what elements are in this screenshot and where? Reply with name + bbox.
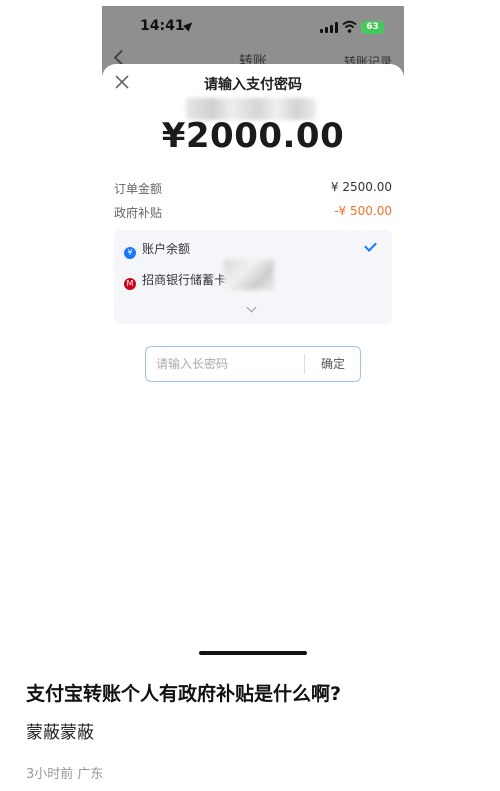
pay-option-balance[interactable]: ¥ 账户余额 bbox=[124, 240, 190, 259]
alipay-balance-icon: ¥ bbox=[124, 247, 136, 259]
chevron-down-icon[interactable] bbox=[246, 302, 257, 313]
location-arrow-icon bbox=[182, 19, 196, 32]
post-author[interactable]: 蒙蔽蒙蔽 bbox=[26, 718, 94, 743]
order-amount-value: ¥ 2500.00 bbox=[330, 180, 392, 194]
payment-amount: ¥2000.00 bbox=[161, 116, 345, 156]
pay-option-bank-card-label: 招商银行储蓄卡 bbox=[142, 273, 227, 287]
status-bar: 14:41 63 bbox=[102, 6, 404, 50]
battery-icon: 63 bbox=[361, 21, 384, 34]
post-title: 支付宝转账个人有政府补贴是什么啊? bbox=[26, 683, 342, 705]
subsidy-value: -¥ 500.00 bbox=[334, 204, 392, 218]
blurred-card-number bbox=[224, 260, 274, 290]
subsidy-label: 政府补贴 bbox=[114, 206, 163, 220]
password-field: 确定 bbox=[145, 346, 361, 382]
pay-option-balance-label: 账户余额 bbox=[142, 242, 191, 256]
post-meta: 3小时前 广东 bbox=[26, 767, 104, 782]
status-time: 14:41 bbox=[140, 18, 185, 34]
check-icon bbox=[364, 239, 377, 252]
signal-icon bbox=[320, 22, 338, 33]
sheet-title: 请输入支付密码 bbox=[204, 77, 302, 93]
cmb-bank-icon: M bbox=[124, 278, 136, 290]
payment-method-box: ¥ 账户余额 M 招商银行储蓄卡 bbox=[114, 230, 392, 324]
payment-sheet: 请输入支付密码 ¥2000.00 订单金额 ¥ 2500.00 政府补贴 -¥ … bbox=[102, 64, 404, 658]
confirm-button[interactable]: 确定 bbox=[306, 347, 360, 381]
password-divider bbox=[304, 354, 305, 374]
wifi-icon bbox=[342, 20, 357, 33]
home-indicator bbox=[199, 651, 307, 655]
password-input[interactable] bbox=[156, 347, 296, 381]
pay-option-bank-card[interactable]: M 招商银行储蓄卡 bbox=[124, 271, 226, 290]
order-amount-label: 订单金额 bbox=[114, 182, 163, 196]
phone-screenshot: 14:41 63 转账 转账记录 请输入支付密码 ¥2000.00 订单金额 ¥… bbox=[102, 6, 404, 658]
